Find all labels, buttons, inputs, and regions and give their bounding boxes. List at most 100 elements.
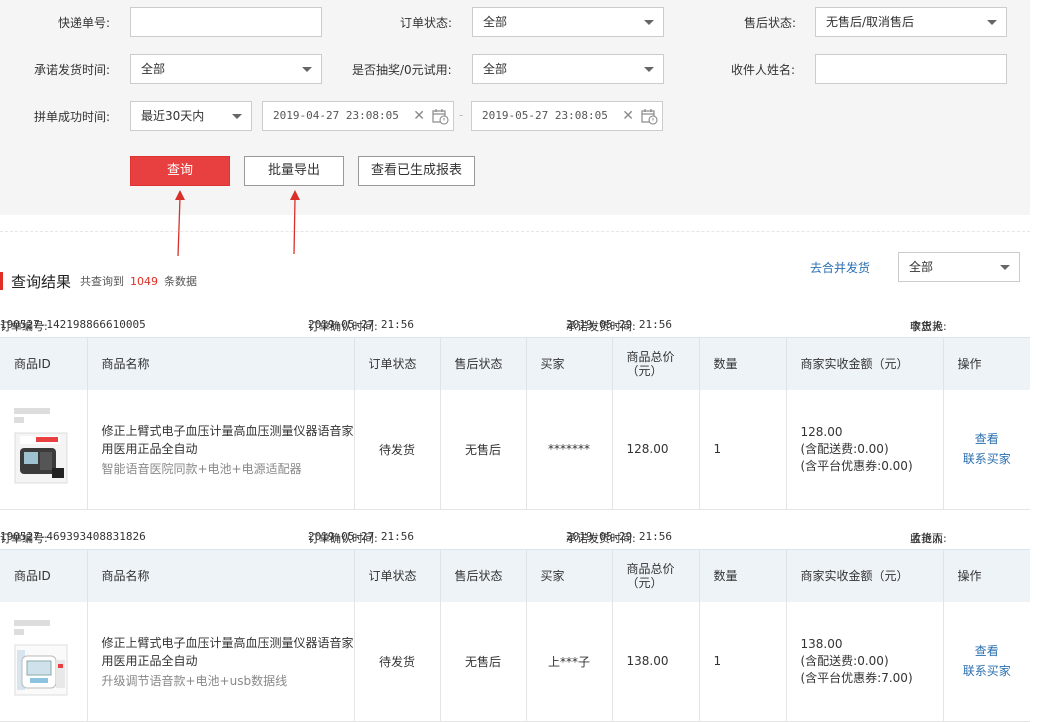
col-header: 商家实收金额（元）	[785, 337, 943, 390]
results-header: 查询结果 共查询到 1049 条数据	[0, 271, 197, 291]
quantity: 1	[698, 601, 786, 722]
results-count: 1049	[130, 275, 159, 288]
product-name-cell: 修正上臂式电子血压计量高血压测量仪器语音家用医用正品全自动 智能语音医院同款+电…	[86, 389, 354, 510]
col-header: 商品总价（元）	[611, 337, 699, 390]
order-no: 190527-142198866610005	[0, 318, 146, 331]
confirm-time: 2019-05-27 21:56	[308, 318, 414, 331]
product-thumbnail[interactable]	[14, 619, 70, 706]
buyer-name: *******	[525, 389, 612, 510]
received-amount: 138.00	[800, 636, 843, 651]
scope-value: 全部	[909, 260, 934, 274]
view-reports-button[interactable]: 查看已生成报表	[358, 156, 475, 186]
order-no: 190527-469393408831826	[0, 530, 146, 543]
date-to-input[interactable]: 2019-05-27 23:08:05 ✕	[471, 101, 663, 131]
promise-time-select[interactable]: 全部	[130, 54, 322, 84]
order-meta: 订单编号: 190527-142198866610005 订单确认时间: 2019-…	[0, 318, 1030, 336]
receiver-name-input[interactable]	[815, 54, 1007, 84]
promise-time-label: 承诺发货时间:	[34, 63, 111, 77]
product-id-cell	[0, 601, 87, 722]
aftersale-status: 无售后	[439, 601, 526, 722]
product-thumbnail[interactable]	[14, 407, 70, 494]
blood-pressure-monitor-image	[14, 644, 68, 696]
summary-prefix: 共查询到	[80, 275, 125, 288]
col-header: 商家实收金额（元）	[785, 549, 943, 602]
group-success-time-select[interactable]: 最近30天内	[130, 101, 252, 131]
annotation-arrow	[290, 190, 300, 255]
col-header: 商品名称	[86, 337, 354, 390]
view-order-link[interactable]: 查看	[944, 429, 1031, 449]
order-status: 待发货	[353, 601, 440, 722]
express-no-input[interactable]	[130, 7, 322, 37]
annotation-arrow	[175, 190, 185, 257]
order-table: 商品ID 商品名称 订单状态 售后状态 买家 商品总价（元） 数量 商家实收金额…	[0, 549, 1030, 722]
col-header: 订单状态	[353, 549, 440, 602]
product-id-cell	[0, 389, 87, 510]
product-name-cell: 修正上臂式电子血压计量高血压测量仪器语音家用医用正品全自动 升级调节语音款+电池…	[86, 601, 354, 722]
order-meta: 订单编号: 190527-469393408831826 订单确认时间: 2019-…	[0, 530, 1030, 548]
product-spec: 智能语音医院同款+电池+电源适配器	[101, 461, 302, 476]
table-header-row: 商品ID 商品名称 订单状态 售后状态 买家 商品总价（元） 数量 商家实收金额…	[0, 549, 1030, 602]
order-status: 待发货	[353, 389, 440, 510]
group-success-time-label: 拼单成功时间:	[34, 110, 111, 124]
col-header: 商品总价（元）	[611, 549, 699, 602]
total-price: 138.00	[611, 601, 699, 722]
total-price: 128.00	[611, 389, 699, 510]
chevron-down-icon	[644, 20, 654, 25]
calendar-icon[interactable]	[431, 107, 449, 125]
results-title: 查询结果	[11, 272, 72, 291]
coupon-note: (含平台优惠券:0.00)	[800, 458, 913, 473]
chevron-down-icon	[644, 67, 654, 72]
contact-buyer-link[interactable]: 联系买家	[944, 449, 1031, 469]
blood-pressure-monitor-image	[14, 432, 68, 484]
confirm-time: 2019-05-27 21:56	[308, 530, 414, 543]
clear-icon[interactable]: ✕	[622, 108, 634, 124]
col-header: 商品名称	[86, 549, 354, 602]
filter-panel: 快递单号: 订单状态: 全部 售后状态: 无售后/取消售后 承诺发货时间: 全部…	[0, 0, 1030, 215]
col-header: 数量	[698, 337, 786, 390]
buyer-name: 上***子	[525, 601, 612, 722]
export-button[interactable]: 批量导出	[244, 156, 344, 186]
actions-cell: 查看 联系买家	[942, 389, 1031, 510]
product-name[interactable]: 修正上臂式电子血压计量高血压测量仪器语音家用医用正品全自动	[102, 634, 354, 670]
order-table: 商品ID 商品名称 订单状态 售后状态 买家 商品总价（元） 数量 商家实收金额…	[0, 337, 1030, 510]
aftersale-status-label: 售后状态:	[744, 16, 797, 30]
clear-icon[interactable]: ✕	[413, 108, 425, 124]
order-status-select[interactable]: 全部	[472, 7, 664, 37]
calendar-icon[interactable]	[640, 107, 658, 125]
product-name[interactable]: 修正上臂式电子血压计量高血压测量仪器语音家用医用正品全自动	[102, 422, 354, 458]
actions-cell: 查看 联系买家	[942, 601, 1031, 722]
col-header: 订单状态	[353, 337, 440, 390]
date-to-value: 2019-05-27 23:08:05	[482, 109, 608, 122]
aftersale-status-value: 无售后/取消售后	[826, 15, 915, 29]
shipping-fee-note: (含配送费:0.00)	[800, 441, 889, 456]
date-separator: -	[459, 108, 464, 122]
table-row: 修正上臂式电子血压计量高血压测量仪器语音家用医用正品全自动 智能语音医院同款+电…	[0, 389, 1031, 510]
promise-time: 2019-05-29 21:56	[566, 530, 672, 543]
chevron-down-icon	[302, 67, 312, 72]
received-amount: 128.00	[800, 424, 843, 439]
col-header: 商品ID	[0, 337, 87, 390]
col-header: 买家	[525, 549, 612, 602]
section-divider	[0, 231, 1030, 232]
lottery-select[interactable]: 全部	[472, 54, 664, 84]
date-from-input[interactable]: 2019-04-27 23:08:05 ✕	[262, 101, 454, 131]
order-status-label: 订单状态:	[400, 16, 453, 30]
col-header: 买家	[525, 337, 612, 390]
view-order-link[interactable]: 查看	[944, 641, 1031, 661]
table-row: 修正上臂式电子血压计量高血压测量仪器语音家用医用正品全自动 升级调节语音款+电池…	[0, 601, 1031, 722]
aftersale-status: 无售后	[439, 389, 526, 510]
query-button[interactable]: 查询	[130, 156, 230, 186]
chevron-down-icon	[987, 20, 997, 25]
col-header: 售后状态	[439, 337, 526, 390]
quantity: 1	[698, 389, 786, 510]
merge-ship-link[interactable]: 去合并发货	[810, 259, 870, 276]
col-header: 数量	[698, 549, 786, 602]
scope-select[interactable]: 全部	[898, 252, 1020, 282]
promise-time: 2019-05-29 21:56	[566, 318, 672, 331]
order-status-value: 全部	[483, 15, 508, 29]
express-no-label: 快递单号:	[58, 16, 111, 30]
col-header: 操作	[942, 549, 1030, 602]
received-amount-cell: 128.00 (含配送费:0.00) (含平台优惠券:0.00)	[785, 389, 943, 510]
aftersale-status-select[interactable]: 无售后/取消售后	[815, 7, 1007, 37]
contact-buyer-link[interactable]: 联系买家	[944, 661, 1031, 681]
